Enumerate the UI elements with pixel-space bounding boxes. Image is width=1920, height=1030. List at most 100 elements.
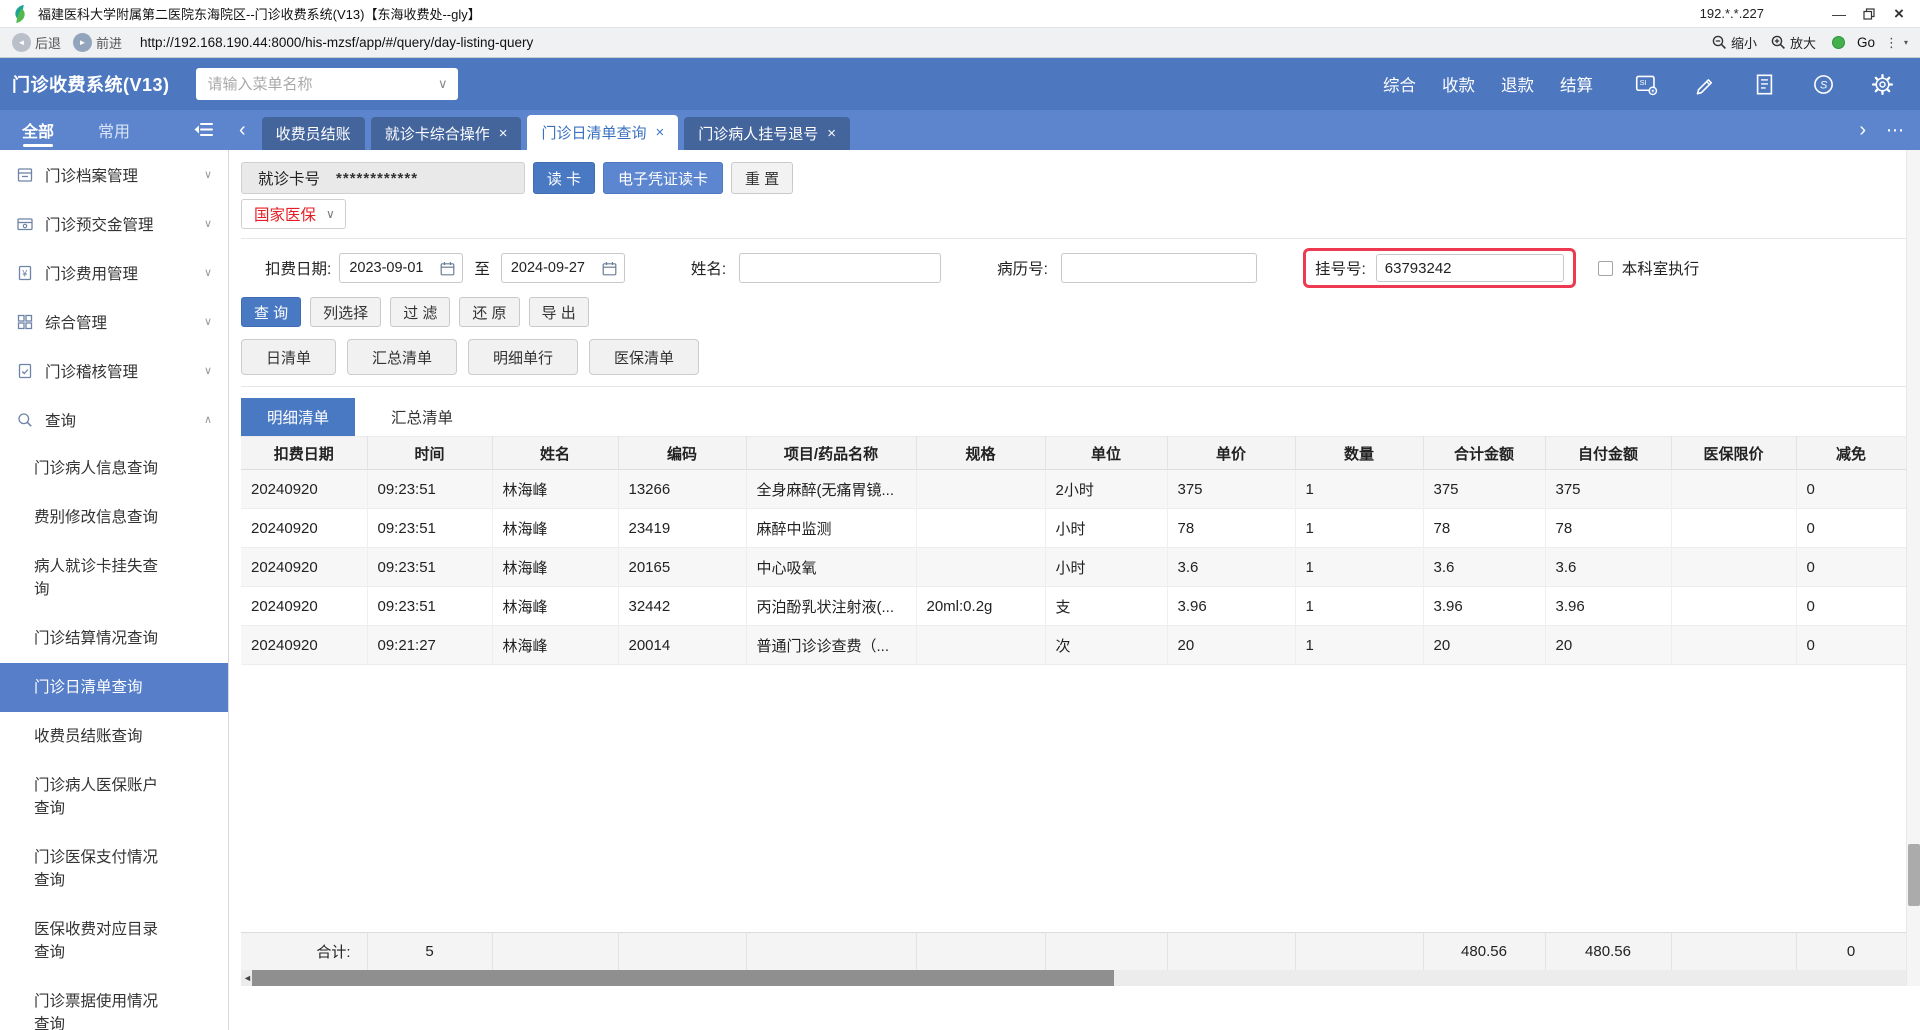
sidebar-group-prepayment[interactable]: 门诊预交金管理 ∨: [0, 199, 228, 248]
column-header[interactable]: 数量: [1295, 436, 1424, 470]
sidebar-group-archive[interactable]: 门诊档案管理 ∨: [0, 150, 228, 199]
column-header[interactable]: 扣费日期: [241, 436, 368, 470]
menu-search-input[interactable]: [195, 68, 438, 100]
sidebar-group-query[interactable]: 查询 ∧: [0, 395, 228, 444]
menu-item-receive-payment[interactable]: 收款: [1442, 72, 1475, 96]
tab-summary-list[interactable]: 汇总清单: [365, 398, 479, 436]
column-header[interactable]: 单位: [1045, 436, 1168, 470]
column-header[interactable]: 医保限价: [1671, 436, 1797, 470]
go-button[interactable]: Go: [1857, 35, 1875, 50]
column-header[interactable]: 编码: [618, 436, 747, 470]
tab-detail-list[interactable]: 明细清单: [241, 398, 356, 436]
sidebar-item[interactable]: 门诊医保支付情况查询: [0, 833, 228, 905]
collapse-sidebar-icon[interactable]: [194, 121, 213, 138]
forward-button[interactable]: 前进: [96, 33, 122, 52]
supervise-icon[interactable]: S: [1812, 73, 1835, 96]
table-row[interactable]: 20240920 09:23:51 林海峰 20165 中心吸氧 小时 3.6 …: [241, 547, 1907, 587]
sidebar-tab-common[interactable]: 常用: [98, 110, 130, 150]
menu-item-comprehensive[interactable]: 综合: [1383, 72, 1416, 96]
tab-day-listing-query[interactable]: 门诊日清单查询 ×: [527, 115, 679, 150]
reset-button[interactable]: 重 置: [731, 162, 794, 194]
report-buttons-row: 日清单 汇总清单 明细单行 医保清单: [241, 339, 1920, 387]
mrn-input[interactable]: [1060, 253, 1257, 283]
v-scrollbar-thumb[interactable]: [1908, 844, 1920, 906]
column-select-button[interactable]: 列选择: [310, 297, 382, 327]
sidebar-item[interactable]: 门诊结算情况查询: [0, 614, 228, 663]
v-scrollbar[interactable]: [1906, 150, 1920, 986]
hospital-logo-icon: [15, 4, 25, 23]
column-header[interactable]: 单价: [1167, 436, 1296, 470]
calendar-icon: [602, 261, 617, 275]
tab-scroll-left-icon[interactable]: ‹: [239, 120, 246, 140]
insurance-type-select[interactable]: 国家医保 ∨: [241, 199, 346, 229]
tab-card-operations[interactable]: 就诊卡综合操作 ×: [370, 117, 522, 150]
cell: 0: [1796, 586, 1907, 626]
dept-only-checkbox[interactable]: [1597, 260, 1613, 276]
tab-scroll-right-icon[interactable]: ›: [1859, 120, 1866, 140]
h-scrollbar[interactable]: ◄: [241, 970, 1909, 986]
sidebar-group-fees[interactable]: ¥ 门诊费用管理 ∨: [0, 248, 228, 297]
invoice-print-icon[interactable]: [1753, 73, 1776, 96]
close-icon[interactable]: ×: [655, 125, 664, 140]
column-header[interactable]: 合计金额: [1423, 436, 1546, 470]
sidebar-item[interactable]: 门诊病人医保账户查询: [0, 761, 228, 833]
summary-list-button[interactable]: 汇总清单: [347, 339, 458, 375]
menu-item-refund[interactable]: 退款: [1501, 72, 1534, 96]
close-icon[interactable]: ×: [827, 126, 836, 141]
column-header[interactable]: 姓名: [492, 436, 619, 470]
ecert-read-card-button[interactable]: 电子凭证读卡: [603, 162, 724, 194]
sidebar-item[interactable]: 门诊病人信息查询: [0, 444, 228, 493]
social-insurance-card-icon[interactable]: SI: [1635, 73, 1658, 96]
date-from-picker[interactable]: 2023-09-01: [339, 253, 464, 283]
sidebar-group-audit[interactable]: 门诊稽核管理 ∨: [0, 346, 228, 395]
tab-registration-refund[interactable]: 门诊病人挂号退号 ×: [684, 117, 851, 150]
column-header[interactable]: 规格: [916, 436, 1046, 470]
day-list-button[interactable]: 日清单: [241, 339, 337, 375]
restore-button[interactable]: [1854, 2, 1884, 26]
read-card-button[interactable]: 读 卡: [533, 162, 596, 194]
date-to-picker[interactable]: 2024-09-27: [500, 253, 625, 283]
query-button[interactable]: 查 询: [241, 297, 302, 327]
column-header[interactable]: 项目/药品名称: [746, 436, 917, 470]
zoom-in-button[interactable]: 放大: [1771, 33, 1816, 52]
restore-columns-button[interactable]: 还 原: [459, 297, 520, 327]
zoom-out-button[interactable]: 缩小: [1712, 33, 1757, 52]
sidebar-item[interactable]: 病人就诊卡挂失查询: [0, 542, 228, 614]
sidebar-item[interactable]: 门诊日清单查询: [0, 663, 228, 712]
column-header[interactable]: 时间: [367, 436, 493, 470]
table-row[interactable]: 20240920 09:23:51 林海峰 23419 麻醉中监测 小时 78 …: [241, 508, 1907, 548]
sidebar-tab-all[interactable]: 全部: [22, 110, 54, 150]
card-number-field[interactable]: 就诊卡号 ************: [241, 162, 526, 194]
filter-button[interactable]: 过 滤: [390, 297, 451, 327]
column-header[interactable]: 减免: [1796, 436, 1907, 470]
close-button[interactable]: ×: [1884, 2, 1914, 26]
detail-single-line-button[interactable]: 明细单行: [468, 339, 579, 375]
tab-more-icon[interactable]: ⋯: [1886, 121, 1904, 139]
h-scrollbar-thumb[interactable]: [252, 970, 1114, 986]
back-button[interactable]: 后退: [35, 33, 61, 52]
cell: 支: [1045, 586, 1168, 626]
table-row[interactable]: 20240920 09:23:51 林海峰 32442 丙泊酚乳状注射液(...…: [241, 586, 1907, 626]
sidebar-group-comprehensive[interactable]: 综合管理 ∨: [0, 297, 228, 346]
close-icon[interactable]: ×: [499, 126, 508, 141]
table-row[interactable]: 20240920 09:23:51 林海峰 13266 全身麻醉(无痛胃镜...…: [241, 469, 1907, 509]
column-header[interactable]: 自付金额: [1545, 436, 1672, 470]
tab-cashier-settlement[interactable]: 收费员结账: [261, 117, 365, 150]
export-button[interactable]: 导 出: [528, 297, 589, 327]
browser-menu-button[interactable]: ⋮: [1885, 35, 1898, 51]
sidebar-item[interactable]: 收费员结账查询: [0, 712, 228, 761]
sidebar-item[interactable]: 费别修改信息查询: [0, 493, 228, 542]
regno-input[interactable]: [1375, 254, 1564, 282]
sidebar-item[interactable]: 门诊票据使用情况查询: [0, 977, 228, 1030]
hand-sign-icon[interactable]: [1694, 73, 1717, 96]
menu-search-combo[interactable]: ∨: [195, 68, 458, 100]
menu-item-settle[interactable]: 结算: [1560, 72, 1593, 96]
name-input[interactable]: [739, 253, 942, 283]
url-text[interactable]: http://192.168.190.44:8000/his-mzsf/app/…: [140, 35, 1704, 50]
chevron-down-icon[interactable]: ∨: [438, 76, 448, 92]
table-row[interactable]: 20240920 09:21:27 林海峰 20014 普通门诊诊查费（... …: [241, 625, 1907, 665]
insurance-list-button[interactable]: 医保清单: [589, 339, 700, 375]
settings-gear-icon[interactable]: [1871, 73, 1894, 96]
sidebar-item[interactable]: 医保收费对应目录查询: [0, 905, 228, 977]
minimize-button[interactable]: —: [1824, 2, 1854, 26]
